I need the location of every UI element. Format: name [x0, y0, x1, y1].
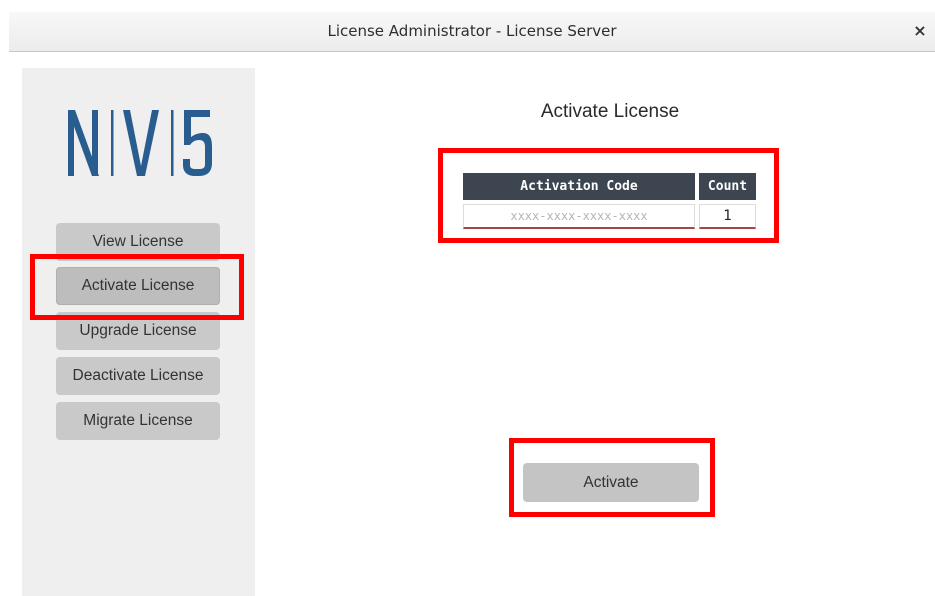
sidebar: View License Activate License Upgrade Li…	[22, 68, 255, 596]
title-bar: License Administrator - License Server ×	[9, 12, 935, 52]
page-title: Activate License	[540, 101, 680, 122]
activation-code-input[interactable]	[463, 204, 695, 229]
activate-license-button[interactable]: Activate License	[56, 267, 220, 305]
count-input[interactable]	[699, 204, 756, 229]
deactivate-license-button[interactable]: Deactivate License	[56, 357, 220, 395]
close-icon[interactable]: ×	[911, 21, 929, 41]
activation-code-header: Activation Code	[463, 173, 695, 200]
upgrade-license-button[interactable]: Upgrade License	[56, 312, 220, 350]
view-license-button[interactable]: View License	[56, 223, 220, 261]
activate-button[interactable]: Activate	[523, 463, 699, 502]
count-header: Count	[699, 173, 756, 200]
migrate-license-button[interactable]: Migrate License	[56, 402, 220, 440]
window-title: License Administrator - License Server	[327, 22, 617, 40]
nv5-logo	[68, 110, 212, 176]
